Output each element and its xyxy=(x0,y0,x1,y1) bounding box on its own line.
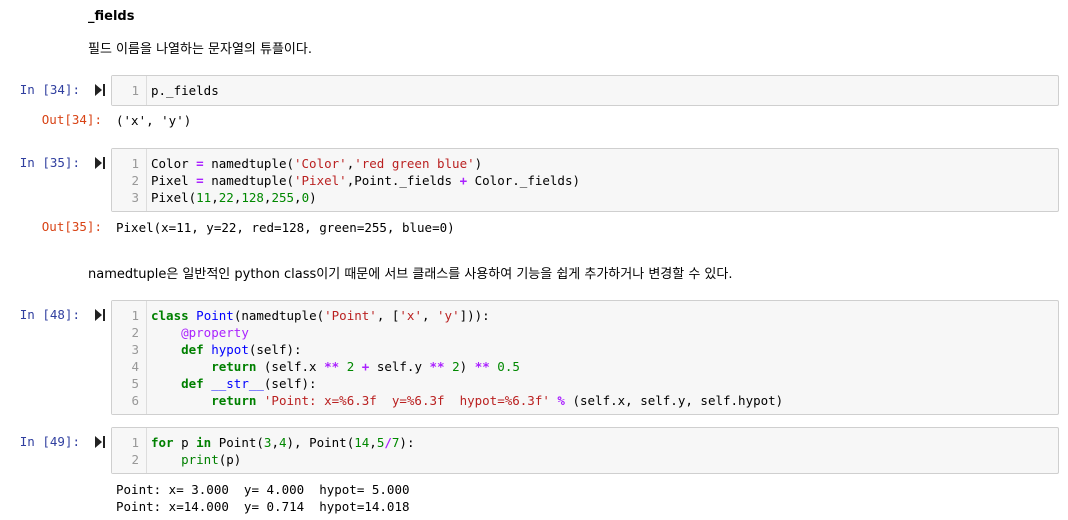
code-line: @property xyxy=(181,325,249,340)
in-prompt-34: In [34]: xyxy=(19,82,80,97)
code-line: for p in Point(3,4), Point(14,5/7): xyxy=(151,435,415,450)
line-number-gutter: 1 xyxy=(112,76,147,105)
code-cell[interactable]: 1 2 3 Color = namedtuple('Color','red gr… xyxy=(111,148,1059,212)
cell-output: ('x', 'y') xyxy=(116,113,192,128)
cell-output: Pixel(x=11, y=22, red=128, green=255, bl… xyxy=(116,220,455,235)
line-number: 3 xyxy=(131,190,139,205)
code-line: print(p) xyxy=(181,452,242,467)
code-cell[interactable]: 1 p._fields xyxy=(111,75,1059,106)
run-cell-icon xyxy=(95,309,105,321)
line-number: 1 xyxy=(131,83,139,98)
code-line: return (self.x ** 2 + self.y ** 2) ** 0.… xyxy=(211,359,520,374)
code-line: def __str__(self): xyxy=(181,376,317,391)
code-line: Pixel(11,22,128,255,0) xyxy=(151,190,317,205)
markdown-text: 필드 이름을 나열하는 문자열의 튜플이다. xyxy=(88,42,312,57)
code-line: Color = namedtuple('Color','red green bl… xyxy=(151,156,483,171)
in-prompt-48: In [48]: xyxy=(19,307,80,322)
run-cell-button[interactable] xyxy=(95,84,106,96)
out-prompt-34: Out[34]: xyxy=(41,112,102,127)
run-cell-icon xyxy=(95,84,105,96)
line-number-gutter: 1 2 xyxy=(112,428,147,473)
code-line: class Point(namedtuple('Point', ['x', 'y… xyxy=(151,308,490,323)
code-line: return 'Point: x=%6.3f y=%6.3f hypot=%6.… xyxy=(211,393,784,408)
line-number: 2 xyxy=(131,325,139,340)
in-prompt-35: In [35]: xyxy=(19,155,80,170)
line-number: 1 xyxy=(131,435,139,450)
cell-output-line: Point: x=14.000 y= 0.714 hypot=14.018 xyxy=(116,499,410,514)
markdown-text: namedtuple은 일반적인 python class이기 때문에 서브 클… xyxy=(88,267,733,282)
code-line: def hypot(self): xyxy=(181,342,302,357)
line-number: 6 xyxy=(131,393,139,408)
line-number: 1 xyxy=(131,156,139,171)
run-cell-button[interactable] xyxy=(95,309,106,321)
line-number: 5 xyxy=(131,376,139,391)
in-prompt-49: In [49]: xyxy=(19,434,80,449)
cell-output-line: Point: x= 3.000 y= 4.000 hypot= 5.000 xyxy=(116,482,410,497)
line-number-gutter: 1 2 3 xyxy=(112,149,147,211)
out-prompt-35: Out[35]: xyxy=(41,219,102,234)
line-number: 4 xyxy=(131,359,139,374)
run-cell-button[interactable] xyxy=(95,436,106,448)
code-cell[interactable]: 1 2 3 4 5 6 class Point(namedtuple('Poin… xyxy=(111,300,1059,415)
line-number: 3 xyxy=(131,342,139,357)
code-line: Pixel = namedtuple('Pixel',Point._fields… xyxy=(151,173,580,188)
run-cell-button[interactable] xyxy=(95,157,106,169)
markdown-heading: _fields xyxy=(88,9,135,24)
line-number: 2 xyxy=(131,173,139,188)
run-cell-icon xyxy=(95,157,105,169)
line-number-gutter: 1 2 3 4 5 6 xyxy=(112,301,147,414)
line-number: 2 xyxy=(131,452,139,467)
run-cell-icon xyxy=(95,436,105,448)
code-line: p._fields xyxy=(151,83,219,98)
code-cell[interactable]: 1 2 for p in Point(3,4), Point(14,5/7): … xyxy=(111,427,1059,474)
line-number: 1 xyxy=(131,308,139,323)
